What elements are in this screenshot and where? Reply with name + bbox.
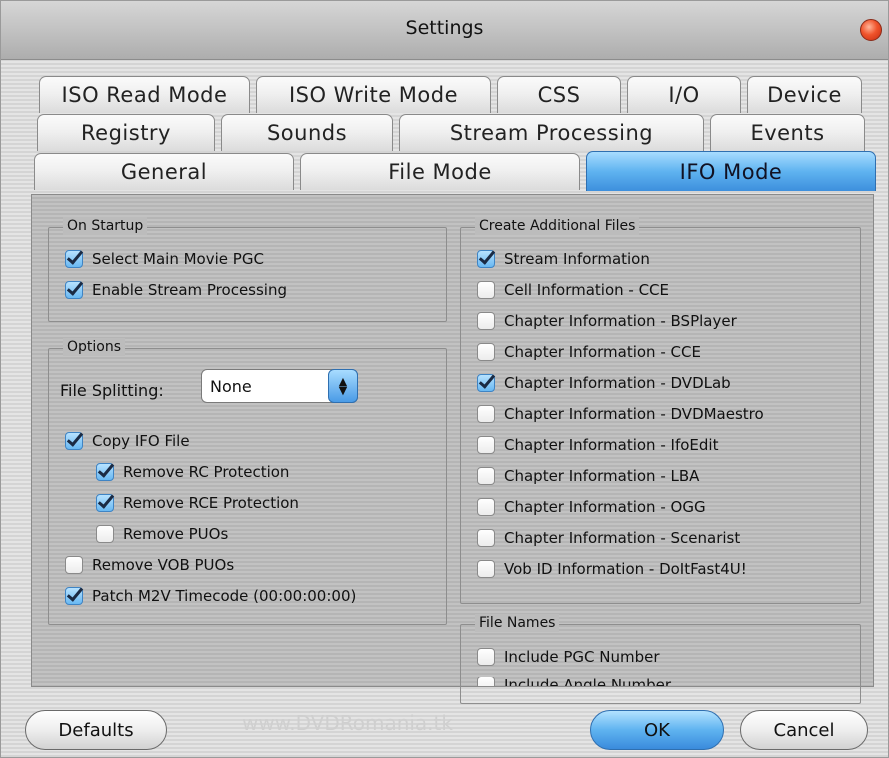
ok-button[interactable]: OK [590, 710, 724, 750]
chapter-scenarist-checkbox[interactable] [477, 529, 495, 547]
copy-ifo-file-row[interactable]: Copy IFO File [65, 432, 190, 450]
vob-id-information-row[interactable]: Vob ID Information - DoItFast4U! [477, 560, 747, 578]
chapter-scenarist-label: Chapter Information - Scenarist [504, 529, 741, 547]
tab-device[interactable]: Device [747, 76, 862, 113]
on-startup-title: On Startup [63, 217, 148, 235]
file-splitting-select[interactable]: None ▲ ▼ [201, 369, 358, 403]
tab-general[interactable]: General [34, 153, 294, 190]
remove-puos-checkbox[interactable] [96, 525, 114, 543]
cancel-button[interactable]: Cancel [740, 710, 868, 750]
remove-rce-protection-checkbox[interactable] [96, 494, 114, 512]
chapter-cce-row[interactable]: Chapter Information - CCE [477, 343, 701, 361]
chapter-bsplayer-row[interactable]: Chapter Information - BSPlayer [477, 312, 737, 330]
clip-region: Include Angle Number [32, 677, 873, 686]
chapter-cce-label: Chapter Information - CCE [504, 343, 701, 361]
chapter-ifoedit-row[interactable]: Chapter Information - IfoEdit [477, 436, 718, 454]
defaults-button[interactable]: Defaults [25, 710, 167, 750]
include-angle-number-label: Include Angle Number [504, 677, 672, 686]
enable-stream-processing-checkbox[interactable] [65, 281, 83, 299]
ifo-mode-panel: On Startup Select Main Movie PGC Enable … [31, 194, 874, 704]
patch-m2v-timecode-row[interactable]: Patch M2V Timecode (00:00:00:00) [65, 587, 356, 605]
chapter-dvdlab-label: Chapter Information - DVDLab [504, 374, 731, 392]
chapter-lba-checkbox[interactable] [477, 467, 495, 485]
vob-id-information-checkbox[interactable] [477, 560, 495, 578]
chapter-dvdmaestro-row[interactable]: Chapter Information - DVDMaestro [477, 405, 764, 423]
chapter-ifoedit-checkbox[interactable] [477, 436, 495, 454]
create-additional-files-title: Create Additional Files [475, 217, 640, 235]
title-bar[interactable]: Settings [1, 1, 888, 60]
vob-id-information-label: Vob ID Information - DoItFast4U! [504, 560, 747, 578]
tab-css[interactable]: CSS [497, 76, 621, 113]
select-main-movie-pgc-checkbox[interactable] [65, 250, 83, 268]
chapter-lba-label: Chapter Information - LBA [504, 467, 700, 485]
stream-information-checkbox[interactable] [477, 250, 495, 268]
remove-rce-protection-row[interactable]: Remove RCE Protection [96, 494, 299, 512]
file-splitting-label: File Splitting: [60, 381, 164, 400]
cell-information-cce-checkbox[interactable] [477, 281, 495, 299]
tab-iso-write-mode[interactable]: ISO Write Mode [256, 76, 491, 113]
chapter-dvdlab-row[interactable]: Chapter Information - DVDLab [477, 374, 731, 392]
stream-information-row[interactable]: Stream Information [477, 250, 650, 268]
include-angle-number-checkbox[interactable] [477, 677, 495, 686]
chapter-dvdmaestro-checkbox[interactable] [477, 405, 495, 423]
remove-rc-protection-checkbox[interactable] [96, 463, 114, 481]
copy-ifo-file-checkbox[interactable] [65, 432, 83, 450]
include-angle-number-row[interactable]: Include Angle Number [477, 677, 671, 686]
chapter-lba-row[interactable]: Chapter Information - LBA [477, 467, 699, 485]
remove-rc-protection-label: Remove RC Protection [123, 463, 290, 481]
stream-information-label: Stream Information [504, 250, 650, 268]
watermark: www.DVDRomania.tk [242, 711, 453, 735]
select-updown-icon[interactable]: ▲ ▼ [328, 369, 358, 403]
chapter-scenarist-row[interactable]: Chapter Information - Scenarist [477, 529, 740, 547]
patch-m2v-timecode-checkbox[interactable] [65, 587, 83, 605]
remove-vob-puos-label: Remove VOB PUOs [92, 556, 235, 574]
chapter-ifoedit-label: Chapter Information - IfoEdit [504, 436, 719, 454]
cell-information-cce-row[interactable]: Cell Information - CCE [477, 281, 669, 299]
on-startup-group: On Startup [48, 217, 447, 322]
chapter-dvdmaestro-label: Chapter Information - DVDMaestro [504, 405, 764, 423]
close-icon[interactable] [860, 19, 882, 41]
cell-information-cce-label: Cell Information - CCE [504, 281, 670, 299]
window-title: Settings [405, 17, 484, 39]
tab-stream-processing[interactable]: Stream Processing [399, 114, 704, 151]
file-splitting-value: None [210, 376, 252, 396]
remove-puos-label: Remove PUOs [123, 525, 229, 543]
options-title: Options [63, 338, 126, 356]
chapter-ogg-label: Chapter Information - OGG [504, 498, 706, 516]
include-pgc-number-row[interactable]: Include PGC Number [477, 648, 660, 666]
tab-registry[interactable]: Registry [37, 114, 215, 151]
file-names-title: File Names [475, 614, 560, 632]
select-main-movie-pgc-label: Select Main Movie PGC [92, 250, 264, 268]
remove-rc-protection-row[interactable]: Remove RC Protection [96, 463, 289, 481]
chapter-cce-checkbox[interactable] [477, 343, 495, 361]
copy-ifo-file-label: Copy IFO File [92, 432, 190, 450]
tab-ifo-mode[interactable]: IFO Mode [586, 151, 876, 191]
settings-window: Settings ISO Read Mode ISO Write Mode CS… [0, 0, 889, 758]
chapter-bsplayer-checkbox[interactable] [477, 312, 495, 330]
tab-iso-read-mode[interactable]: ISO Read Mode [39, 76, 250, 113]
tab-sounds[interactable]: Sounds [221, 114, 393, 151]
select-main-movie-pgc-row[interactable]: Select Main Movie PGC [65, 250, 264, 268]
include-pgc-number-checkbox[interactable] [477, 648, 495, 666]
remove-vob-puos-checkbox[interactable] [65, 556, 83, 574]
enable-stream-processing-row[interactable]: Enable Stream Processing [65, 281, 287, 299]
tab-file-mode[interactable]: File Mode [300, 153, 580, 190]
tab-io[interactable]: I/O [627, 76, 741, 113]
remove-vob-puos-row[interactable]: Remove VOB PUOs [65, 556, 234, 574]
enable-stream-processing-label: Enable Stream Processing [92, 281, 287, 299]
chapter-dvdlab-checkbox[interactable] [477, 374, 495, 392]
chapter-bsplayer-label: Chapter Information - BSPlayer [504, 312, 737, 330]
tab-events[interactable]: Events [710, 114, 865, 151]
chapter-ogg-checkbox[interactable] [477, 498, 495, 516]
include-pgc-number-label: Include PGC Number [504, 648, 660, 666]
remove-rce-protection-label: Remove RCE Protection [123, 494, 299, 512]
patch-m2v-timecode-label: Patch M2V Timecode (00:00:00:00) [92, 587, 357, 605]
chapter-ogg-row[interactable]: Chapter Information - OGG [477, 498, 706, 516]
remove-puos-row[interactable]: Remove PUOs [96, 525, 228, 543]
